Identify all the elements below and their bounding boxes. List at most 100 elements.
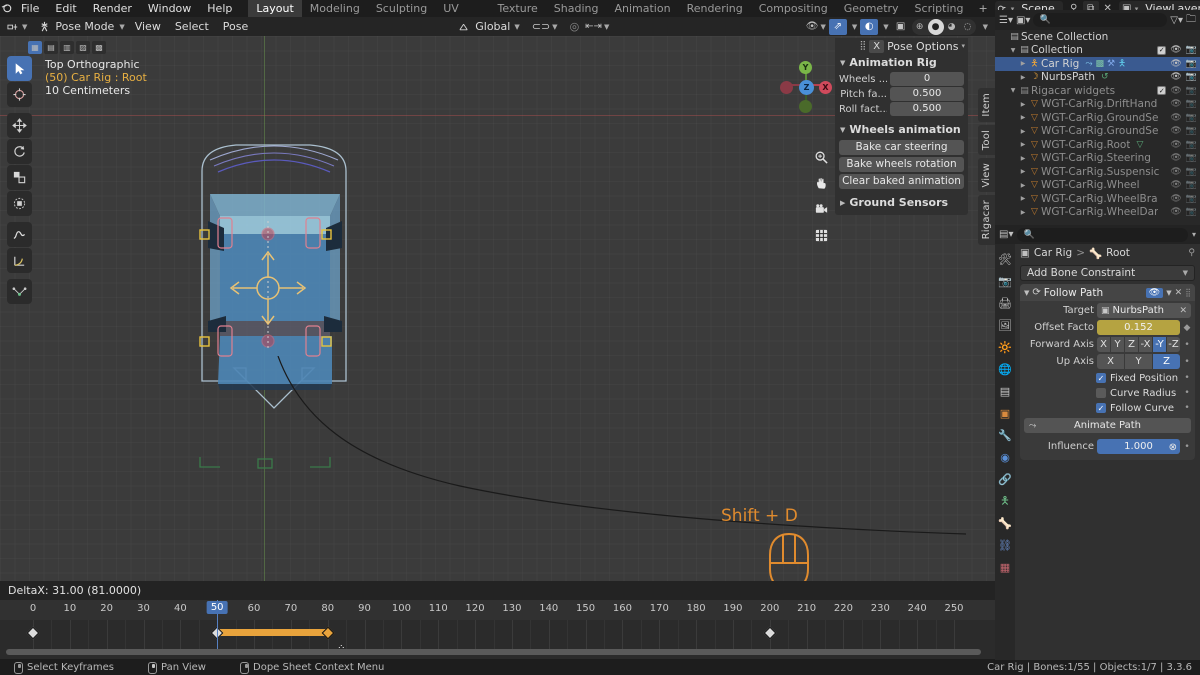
chevron-down-icon[interactable]: ▼ xyxy=(1008,47,1018,54)
target-field[interactable]: ▣ NurbsPath ✕ xyxy=(1097,303,1191,318)
clear-target-icon[interactable]: ✕ xyxy=(1179,306,1187,316)
camera-icon[interactable]: 📷 xyxy=(1186,140,1197,150)
menu-help[interactable]: Help xyxy=(199,0,240,17)
eye-icon[interactable]: 👁 xyxy=(1170,99,1181,109)
eye-icon[interactable]: 👁 xyxy=(1170,59,1181,69)
roll-factor-value[interactable]: 0.500 xyxy=(890,102,964,116)
forward-axis-option-Z[interactable]: Z xyxy=(1125,337,1139,352)
bake-wheels-rotation-button[interactable]: Bake wheels rotation xyxy=(839,157,964,172)
view-layer-icon[interactable]: ▣▾ xyxy=(1016,15,1030,26)
chevron-right-icon[interactable]: ▶ xyxy=(1018,155,1028,162)
new-collection-icon[interactable]: 🗀 xyxy=(1186,12,1196,29)
camera-icon[interactable]: 📷 xyxy=(1186,153,1197,163)
menu-window[interactable]: Window xyxy=(140,0,199,17)
toggle-ortho-icon[interactable] xyxy=(810,224,832,246)
sidebar-tab-view[interactable]: View xyxy=(978,157,995,193)
close-pill[interactable]: X xyxy=(869,39,885,53)
shading-solid[interactable]: ● xyxy=(927,18,944,35)
properties-tab-object-constraint-icon[interactable]: 🔗 xyxy=(995,468,1015,490)
animate-property-dot-icon[interactable]: • xyxy=(1183,340,1191,350)
tab-geometry-nodes[interactable]: Geometry Nodes xyxy=(836,0,907,32)
properties-tab-bone-icon[interactable]: 🦴 xyxy=(995,512,1015,534)
curve-radius-checkbox[interactable] xyxy=(1096,388,1106,398)
constraint-icon[interactable]: ⤳ xyxy=(1085,59,1092,69)
up-axis-enum[interactable]: XYZ xyxy=(1097,354,1180,369)
camera-icon[interactable]: 📷 xyxy=(1186,86,1197,96)
outliner-row[interactable]: ▶ 🯅 Car Rig ⤳ ▩ ⚒ 🯅 👁 📷 xyxy=(995,57,1200,71)
proportional-falloff-selector[interactable]: ⇤⇥ ▼ xyxy=(582,18,612,35)
influence-slider[interactable]: 1.000 ⊗ xyxy=(1097,439,1180,454)
menu-select[interactable]: Select xyxy=(168,18,216,35)
animate-property-dot-icon[interactable]: • xyxy=(1183,373,1191,383)
section-ground-sensors[interactable]: ▶ Ground Sensors xyxy=(835,194,968,211)
chevron-right-icon[interactable]: ▶ xyxy=(1018,60,1028,67)
outliner-row[interactable]: ▶ ▽ WGT-CarRig.Wheel 👁 📷 xyxy=(995,179,1200,193)
properties-tab-physics-icon[interactable]: ◉ xyxy=(995,446,1015,468)
tab-shading[interactable]: Shading xyxy=(546,0,607,17)
pan-hand-icon[interactable] xyxy=(810,172,832,194)
sidebar-tab-item[interactable]: Item xyxy=(978,88,995,122)
tab-sculpting[interactable]: Sculpting xyxy=(368,0,435,17)
modifier-icon[interactable]: ▩ xyxy=(1096,59,1105,69)
camera-view-icon[interactable] xyxy=(810,198,832,220)
menu-pose[interactable]: Pose xyxy=(216,18,255,35)
timeline-hscrollbar[interactable] xyxy=(6,649,981,655)
outliner-row[interactable]: ▶ ▽ WGT-CarRig.DriftHand 👁 📷 xyxy=(995,98,1200,112)
properties-tab-object-icon[interactable]: ▣ xyxy=(995,402,1015,424)
wheels-value[interactable]: 0 xyxy=(890,72,964,86)
outliner-display-mode-icon[interactable]: ☰▾ xyxy=(999,15,1013,26)
follow-curve-row[interactable]: ✓ Follow Curve • xyxy=(1024,401,1191,415)
pose-icon[interactable]: ⚒ xyxy=(1107,59,1115,69)
wheels-row[interactable]: Wheels ... 0 xyxy=(839,72,964,86)
blender-logo-icon[interactable] xyxy=(0,1,13,17)
outliner-row[interactable]: ▶ ▽ WGT-CarRig.Suspensic 👁 📷 xyxy=(995,165,1200,179)
properties-tab-bone-constraint-icon[interactable]: ⛓ xyxy=(995,534,1015,556)
overlays-toggle[interactable]: ◐ xyxy=(860,18,879,35)
eye-icon[interactable]: 👁 xyxy=(1170,207,1181,217)
breadcrumb-object[interactable]: Car Rig xyxy=(1034,247,1072,259)
outliner-row[interactable]: ▶ ▽ WGT-CarRig.Steering 👁 📷 xyxy=(995,152,1200,166)
armature-data-icon[interactable]: 🯅 xyxy=(1118,56,1126,72)
properties-tab-texture-icon[interactable]: ▦ xyxy=(995,556,1015,578)
breakdowner-tool-button[interactable] xyxy=(7,279,32,304)
fixed-position-checkbox[interactable]: ✓ xyxy=(1096,373,1106,383)
properties-tab-armature-data-icon[interactable]: 🯅 xyxy=(995,490,1015,512)
sidebar-tab-rigacar[interactable]: Rigacar xyxy=(978,195,995,245)
clear-baked-animation-button[interactable]: Clear baked animation xyxy=(839,174,964,189)
add-workspace-button[interactable]: + xyxy=(971,0,994,17)
properties-tab-view-layer-icon[interactable]: 🖼 xyxy=(995,314,1015,336)
exclude-collection-checkbox[interactable]: ✓ xyxy=(1157,86,1167,96)
visibility-selector[interactable]: 👁 ▼ xyxy=(803,18,829,35)
gizmo-axis-z[interactable]: Z xyxy=(799,80,814,95)
chevron-down-icon[interactable]: ▾ xyxy=(1192,230,1196,239)
constraint-panel-header[interactable]: ▼ ⟳ Follow Path 👁 ▼ ✕ ⣿ xyxy=(1020,284,1195,301)
navigation-gizmo[interactable]: Y X Z xyxy=(777,56,835,114)
forward-axis-option-negX[interactable]: -X xyxy=(1139,337,1153,352)
constraint-name[interactable]: Follow Path xyxy=(1044,287,1143,299)
chevron-right-icon[interactable]: ▶ xyxy=(1018,195,1028,202)
select-invert-icon[interactable]: ▨ xyxy=(76,41,90,54)
shading-wireframe[interactable]: ⊕ xyxy=(912,19,928,35)
properties-tab-world-icon[interactable]: 🌐 xyxy=(995,358,1015,380)
camera-icon[interactable]: 📷 xyxy=(1186,194,1197,204)
gizmo-axis-neg-x[interactable] xyxy=(780,81,793,94)
measure-tool-button[interactable] xyxy=(7,248,32,273)
outliner-row[interactable]: ▶ ▽ WGT-CarRig.WheelDar 👁 📷 xyxy=(995,206,1200,220)
mode-selector[interactable]: Pose Mode ▼ xyxy=(35,18,127,35)
forward-axis-option-negZ[interactable]: -Z xyxy=(1167,337,1180,352)
gizmo-axis-x[interactable]: X xyxy=(819,81,832,94)
tab-rendering[interactable]: Rendering xyxy=(679,0,751,17)
section-animation-rig[interactable]: ▼ Animation Rig xyxy=(835,54,968,71)
properties-tab-collection-icon[interactable]: ▤ xyxy=(995,380,1015,402)
animate-property-dot-icon[interactable]: • xyxy=(1183,403,1191,413)
shading-options[interactable]: ▼ xyxy=(978,18,991,35)
filter-icon[interactable]: ▽▾ xyxy=(1170,15,1183,26)
pin-icon[interactable]: ⚲ xyxy=(1188,248,1195,258)
eye-icon[interactable]: 👁 xyxy=(1170,167,1181,177)
transform-tool-button[interactable] xyxy=(7,191,32,216)
eye-icon[interactable]: 👁 xyxy=(1170,153,1181,163)
eye-icon[interactable]: 👁 xyxy=(1170,113,1181,123)
forward-axis-enum[interactable]: X Y Z -X -Y -Z xyxy=(1097,337,1180,352)
roll-factor-row[interactable]: Roll fact... 0.500 xyxy=(839,102,964,116)
chevron-right-icon[interactable]: ▶ xyxy=(1018,128,1028,135)
